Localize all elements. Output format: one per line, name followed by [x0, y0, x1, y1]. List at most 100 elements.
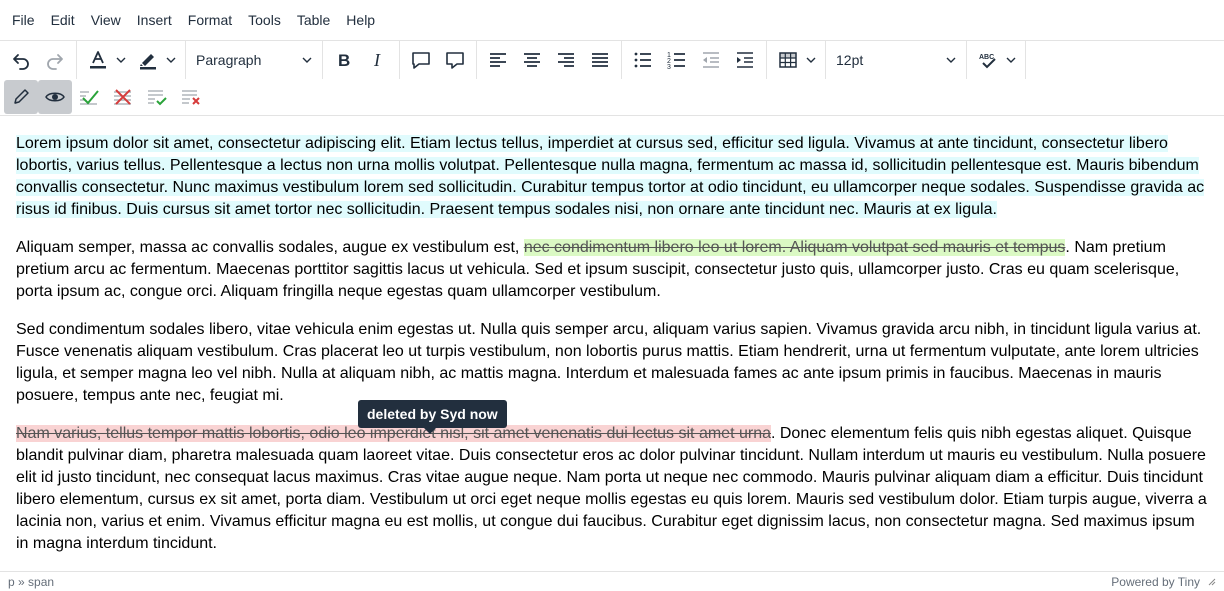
table-icon	[779, 51, 797, 68]
text-color-icon	[90, 50, 106, 68]
svg-text:B: B	[338, 51, 350, 70]
menu-edit[interactable]: Edit	[43, 8, 83, 32]
paragraph-3[interactable]: Sed condimentum sodales libero, vitae ve…	[16, 319, 1208, 407]
show-changes-toggle[interactable]	[38, 79, 72, 114]
style-group: B I	[323, 40, 400, 79]
chevron-down-icon	[302, 57, 312, 63]
text-color-button[interactable]	[83, 43, 113, 77]
menu-tools[interactable]: Tools	[240, 8, 289, 32]
menu-table[interactable]: Table	[289, 8, 338, 32]
outdent-button[interactable]	[694, 43, 728, 77]
font-size-group: 12pt	[826, 40, 967, 79]
align-center-icon	[524, 52, 540, 67]
primary-toolbar: Paragraph B I 1 2 3 12pt ABC	[0, 40, 1224, 79]
reject-all-button[interactable]	[174, 80, 208, 114]
align-right-icon	[558, 52, 574, 67]
chevron-down-icon	[946, 57, 956, 63]
numbered-list-icon: 123	[667, 52, 685, 71]
paragraph-text: . Donec elementum felis quis nibh egesta…	[16, 425, 1207, 552]
list-group: 123	[622, 40, 767, 79]
table-button[interactable]	[773, 43, 803, 77]
resize-handle-icon	[1208, 578, 1216, 585]
align-left-button[interactable]	[481, 43, 515, 77]
align-center-button[interactable]	[515, 43, 549, 77]
paragraph-4[interactable]: Nam varius, tellus tempor mattis loborti…	[16, 423, 1208, 555]
redo-icon	[47, 53, 63, 70]
italic-button[interactable]: I	[361, 43, 395, 77]
bold-button[interactable]: B	[327, 43, 361, 77]
comment-show-icon	[446, 51, 464, 69]
undo-button[interactable]	[4, 43, 38, 77]
paragraph-text: Aliquam semper, massa ac convallis sodal…	[16, 239, 524, 256]
align-justify-icon	[592, 52, 608, 67]
accept-all-button[interactable]	[140, 80, 174, 114]
highlight-button[interactable]	[133, 43, 163, 77]
paragraph-1[interactable]: Lorem ipsum dolor sit amet, consectetur …	[16, 133, 1208, 221]
numbered-list-button[interactable]: 123	[660, 43, 694, 77]
text-color-dropdown[interactable]	[113, 43, 129, 77]
text-color-split-button[interactable]	[81, 43, 131, 77]
track-changes-toggle[interactable]	[4, 79, 38, 114]
menu-format[interactable]: Format	[180, 8, 240, 32]
resize-handle[interactable]	[1206, 575, 1216, 589]
spellcheck-dropdown[interactable]	[1003, 43, 1019, 77]
menu-help[interactable]: Help	[338, 8, 383, 32]
svg-text:3: 3	[667, 64, 671, 71]
outdent-icon	[703, 51, 719, 68]
alignment-group	[477, 40, 622, 79]
chevron-down-icon	[806, 57, 816, 63]
inserted-text[interactable]: Lorem ipsum dolor sit amet, consectetur …	[16, 135, 1205, 218]
table-split-button[interactable]	[771, 43, 821, 77]
block-format-select[interactable]: Paragraph	[190, 43, 318, 77]
align-justify-button[interactable]	[583, 43, 617, 77]
font-size-value: 12pt	[836, 51, 864, 68]
spellcheck-icon: ABC	[979, 54, 996, 68]
spellcheck-split-button[interactable]: ABC	[971, 43, 1021, 77]
align-right-button[interactable]	[549, 43, 583, 77]
statusbar-right: Powered by Tiny	[1111, 575, 1216, 589]
tracked-change-text[interactable]: nec condimentum libero leo ut lorem. Ali…	[523, 239, 1066, 256]
eye-icon	[45, 92, 65, 101]
svg-text:I: I	[373, 50, 381, 70]
reject-change-icon	[114, 88, 131, 105]
chevron-down-icon	[166, 57, 176, 63]
bold-icon: B	[338, 51, 350, 70]
block-format-value: Paragraph	[196, 51, 262, 68]
chevron-down-icon	[116, 57, 126, 63]
font-size-select[interactable]: 12pt	[830, 43, 962, 77]
accept-all-icon	[148, 89, 167, 105]
comment-add-icon	[412, 51, 430, 69]
history-group	[0, 40, 77, 79]
align-left-icon	[490, 52, 506, 67]
show-comments-button[interactable]	[438, 43, 472, 77]
menu-file[interactable]: File	[4, 8, 43, 32]
paragraph-2[interactable]: Aliquam semper, massa ac convallis sodal…	[16, 237, 1208, 303]
editor-content[interactable]: Lorem ipsum dolor sit amet, consectetur …	[0, 117, 1224, 571]
spellcheck-button[interactable]: ABC	[973, 43, 1003, 77]
accept-change-button[interactable]	[72, 80, 106, 114]
svg-text:ABC: ABC	[979, 54, 994, 61]
spellcheck-group: ABC	[967, 40, 1026, 79]
reject-change-button[interactable]	[106, 80, 140, 114]
highlight-dropdown[interactable]	[163, 43, 179, 77]
menu-view[interactable]: View	[83, 8, 129, 32]
branding-link[interactable]: Powered by Tiny	[1111, 575, 1200, 589]
element-path[interactable]: p » span	[8, 575, 54, 589]
menubar: File Edit View Insert Format Tools Table…	[0, 0, 1224, 40]
table-dropdown[interactable]	[803, 43, 819, 77]
undo-icon	[13, 53, 29, 70]
highlight-split-button[interactable]	[131, 43, 181, 77]
bullet-list-button[interactable]	[626, 43, 660, 77]
pencil-icon	[14, 88, 29, 104]
comments-group	[400, 40, 477, 79]
block-format-group: Paragraph	[186, 40, 323, 79]
table-group	[767, 40, 826, 79]
revision-tooltip: deleted by Syd now	[358, 400, 507, 434]
bullet-list-icon	[634, 52, 651, 67]
add-comment-button[interactable]	[404, 43, 438, 77]
accept-change-icon	[80, 89, 99, 105]
menu-insert[interactable]: Insert	[129, 8, 180, 32]
italic-icon: I	[373, 50, 381, 70]
redo-button[interactable]	[38, 43, 72, 77]
indent-button[interactable]	[728, 43, 762, 77]
